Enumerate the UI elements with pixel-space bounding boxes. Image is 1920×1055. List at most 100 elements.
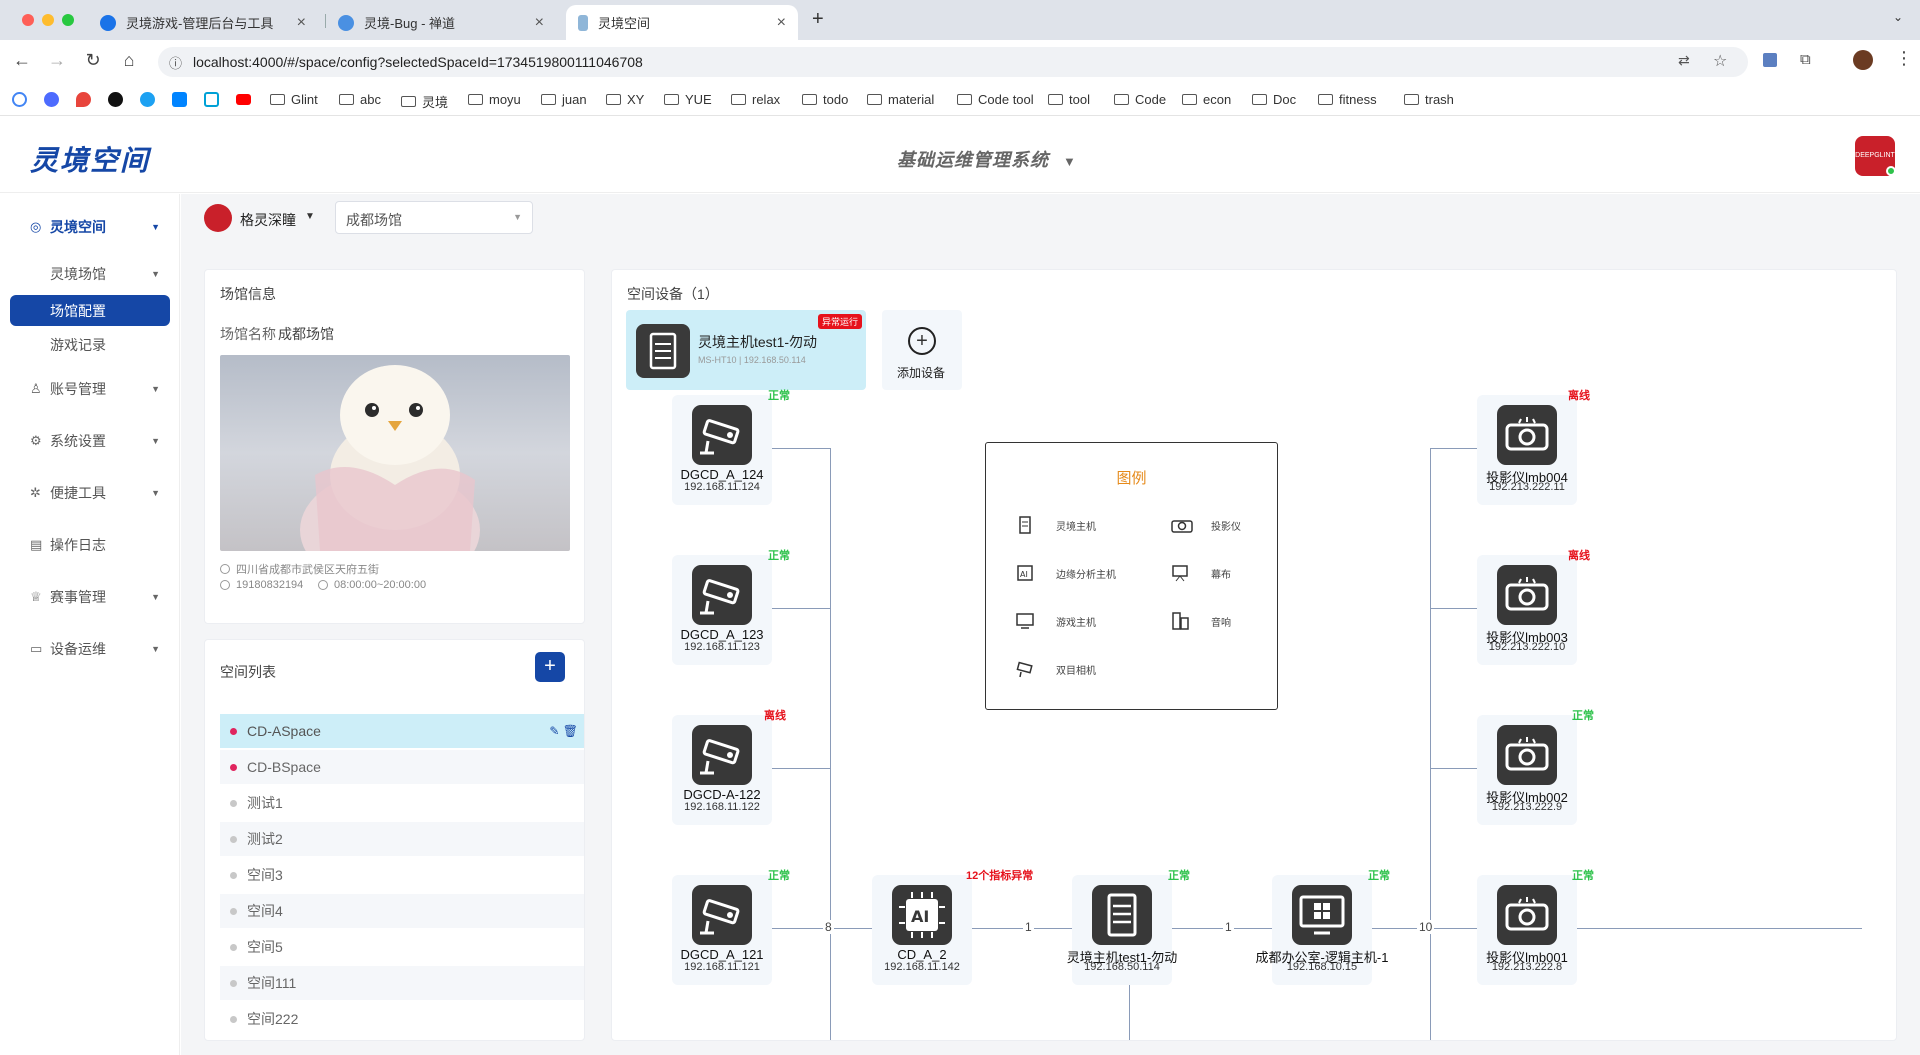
browser-menu-icon[interactable]: ⋮ bbox=[1895, 48, 1913, 69]
menu-venue-config-selected[interactable]: 场馆配置 bbox=[10, 295, 170, 326]
space-list-item[interactable]: CD-BSpace bbox=[220, 750, 584, 784]
space-list-item[interactable]: 测试1 bbox=[220, 786, 584, 820]
back-arrow-icon[interactable]: ← bbox=[10, 50, 34, 71]
device-node[interactable]: 成都办公室-逻辑主机-1 192.168.10.15 bbox=[1256, 875, 1388, 985]
delete-icon[interactable]: 🗑 bbox=[563, 724, 578, 738]
caret-down-icon: ▼ bbox=[1063, 154, 1077, 169]
google-bookmark-icon[interactable] bbox=[12, 92, 27, 107]
bookmark-folder[interactable]: moyu bbox=[468, 92, 521, 107]
menu-game-records[interactable]: 游戏记录 bbox=[50, 330, 170, 360]
tab-close-icon[interactable]: × bbox=[535, 14, 544, 32]
legend-label: 投影仪 bbox=[1211, 521, 1241, 533]
home-icon[interactable]: ⌂ bbox=[117, 50, 141, 71]
github-bookmark-icon[interactable] bbox=[108, 92, 123, 107]
bookmark-folder[interactable]: trash bbox=[1404, 92, 1454, 107]
space-list-item[interactable]: 空间4 bbox=[220, 894, 584, 928]
space-list-item[interactable]: CD-ASpace ✎ 🗑 bbox=[220, 714, 584, 748]
bookmark-icon[interactable] bbox=[44, 92, 59, 107]
window-minimize-button[interactable] bbox=[42, 14, 54, 26]
bookmark-folder[interactable]: tool bbox=[1048, 92, 1090, 107]
extensions-puzzle-icon[interactable]: ⧉ bbox=[1800, 51, 1811, 68]
bookmark-star-icon[interactable]: ☆ bbox=[1713, 51, 1727, 71]
forward-arrow-icon[interactable]: → bbox=[45, 50, 69, 71]
space-list-item[interactable]: 空间111 bbox=[220, 966, 584, 1000]
device-node[interactable]: DGCD-A-122 192.168.11.122 bbox=[672, 715, 772, 825]
device-status: 正常 bbox=[768, 390, 790, 402]
add-device-button[interactable]: + 添加设备 bbox=[882, 310, 962, 390]
system-title-dropdown[interactable]: 基础运维管理系统 ▼ bbox=[897, 146, 1077, 172]
space-list-item[interactable]: 空间3 bbox=[220, 858, 584, 892]
bookmark-folder[interactable]: Code bbox=[1114, 92, 1166, 107]
menu-events[interactable]: ♕ 赛事管理 ▼ bbox=[30, 582, 170, 612]
device-node[interactable]: AI CD_A_2 192.168.11.142 bbox=[872, 875, 972, 985]
tab-search-chevron-icon[interactable]: ⌄ bbox=[1893, 10, 1903, 24]
translate-icon[interactable]: ⇄ bbox=[1678, 52, 1690, 69]
caret-down-icon: ▼ bbox=[151, 592, 160, 602]
host-device-card[interactable]: 灵境主机test1-勿动 MS-HT10 | 192.168.50.114 异常… bbox=[626, 310, 866, 390]
device-node[interactable]: DGCD_A_123 192.168.11.123 bbox=[672, 555, 772, 665]
bookmark-folder[interactable]: material bbox=[867, 92, 934, 107]
bookmark-folder[interactable]: Doc bbox=[1252, 92, 1296, 107]
device-node[interactable]: 投影仪lmb004 192.213.222.11 bbox=[1477, 395, 1577, 505]
menu-operation-log[interactable]: ▤ 操作日志 bbox=[30, 530, 170, 560]
device-ip: 192.168.11.122 bbox=[684, 801, 760, 813]
device-node[interactable]: 投影仪lmb001 192.213.222.8 bbox=[1477, 875, 1577, 985]
add-space-button[interactable]: + bbox=[535, 652, 565, 682]
bookmark-folder[interactable]: YUE bbox=[664, 92, 712, 107]
bookmark-folder[interactable]: juan bbox=[541, 92, 587, 107]
tab-favicon-icon bbox=[578, 14, 588, 31]
browser-tab-3-active[interactable]: 灵境空间 × bbox=[566, 5, 798, 40]
bookmark-folder[interactable]: econ bbox=[1182, 92, 1231, 107]
bookmark-folder[interactable]: fitness bbox=[1318, 92, 1377, 107]
bookmark-folder[interactable]: XY bbox=[606, 92, 644, 107]
menu-lingjing-space[interactable]: ◎ 灵境空间 ▼ bbox=[30, 212, 170, 242]
device-node[interactable]: 灵境主机test1-勿动 192.168.50.114 bbox=[1067, 875, 1177, 985]
edge-label: 1 bbox=[1223, 920, 1234, 934]
menu-account[interactable]: ♙ 账号管理 ▼ bbox=[30, 374, 170, 404]
map-pin-bookmark-icon[interactable] bbox=[76, 92, 91, 107]
device-node[interactable]: DGCD_A_124 192.168.11.124 bbox=[672, 395, 772, 505]
new-tab-button[interactable]: + bbox=[812, 8, 824, 31]
window-zoom-button[interactable] bbox=[62, 14, 74, 26]
org-name[interactable]: 格灵深瞳 bbox=[240, 210, 296, 230]
extension-icon[interactable] bbox=[1763, 53, 1777, 67]
profile-avatar-icon[interactable] bbox=[1853, 50, 1873, 70]
browser-tab-1[interactable]: 灵境游戏-管理后台与工具 × bbox=[88, 5, 318, 40]
url-bar[interactable]: ⓘ localhost:4000/#/space/config?selected… bbox=[158, 47, 1748, 77]
bookmark-folder[interactable]: Glint bbox=[270, 92, 318, 107]
tab-close-icon[interactable]: × bbox=[297, 14, 306, 32]
bookmark-label: moyu bbox=[489, 92, 521, 107]
bookmark-folder[interactable]: todo bbox=[802, 92, 848, 107]
space-list-item[interactable]: 测试2 bbox=[220, 822, 584, 856]
menu-system-settings[interactable]: ⚙ 系统设置 ▼ bbox=[30, 426, 170, 456]
site-info-icon[interactable]: ⓘ bbox=[169, 53, 182, 72]
bookmark-folder[interactable]: 灵境 bbox=[401, 92, 448, 111]
venue-select[interactable]: 成都场馆 ▼ bbox=[335, 201, 533, 234]
menu-venues[interactable]: 灵境场馆 ▼ bbox=[50, 259, 170, 289]
browser-tab-2[interactable]: 灵境-Bug - 禅道 × bbox=[326, 5, 556, 40]
space-list-title: 空间列表 bbox=[220, 664, 276, 680]
chat-bookmark-icon[interactable] bbox=[140, 92, 155, 107]
bilibili-bookmark-icon[interactable] bbox=[204, 92, 219, 107]
bookmark-folder[interactable]: Code tool bbox=[957, 92, 1034, 107]
edit-icon[interactable]: ✎ bbox=[549, 724, 559, 738]
menu-label: 灵境场馆 bbox=[50, 266, 106, 282]
space-list-item[interactable]: 空间5 bbox=[220, 930, 584, 964]
tab-close-icon[interactable]: × bbox=[777, 14, 786, 32]
menu-tools[interactable]: ✲ 便捷工具 ▼ bbox=[30, 478, 170, 508]
caret-down-icon[interactable]: ▼ bbox=[305, 211, 315, 222]
camera-icon bbox=[692, 885, 752, 945]
space-list-item[interactable]: 空间222 bbox=[220, 1002, 584, 1036]
device-node[interactable]: 投影仪lmb003 192.213.222.10 bbox=[1477, 555, 1577, 665]
device-node[interactable]: DGCD_A_121 192.168.11.121 bbox=[672, 875, 772, 985]
menu-device-ops[interactable]: ▭ 设备运维 ▼ bbox=[30, 634, 170, 664]
camera-icon bbox=[692, 565, 752, 625]
window-close-button[interactable] bbox=[22, 14, 34, 26]
bookmark-folder[interactable]: abc bbox=[339, 92, 381, 107]
reload-icon[interactable]: ↻ bbox=[81, 50, 105, 71]
app-logo[interactable]: 灵境空间 bbox=[30, 139, 150, 179]
youtube-bookmark-icon[interactable] bbox=[236, 94, 251, 105]
zhihu-bookmark-icon[interactable] bbox=[172, 92, 187, 107]
device-node[interactable]: 投影仪lmb002 192.213.222.9 bbox=[1477, 715, 1577, 825]
bookmark-folder[interactable]: relax bbox=[731, 92, 780, 107]
